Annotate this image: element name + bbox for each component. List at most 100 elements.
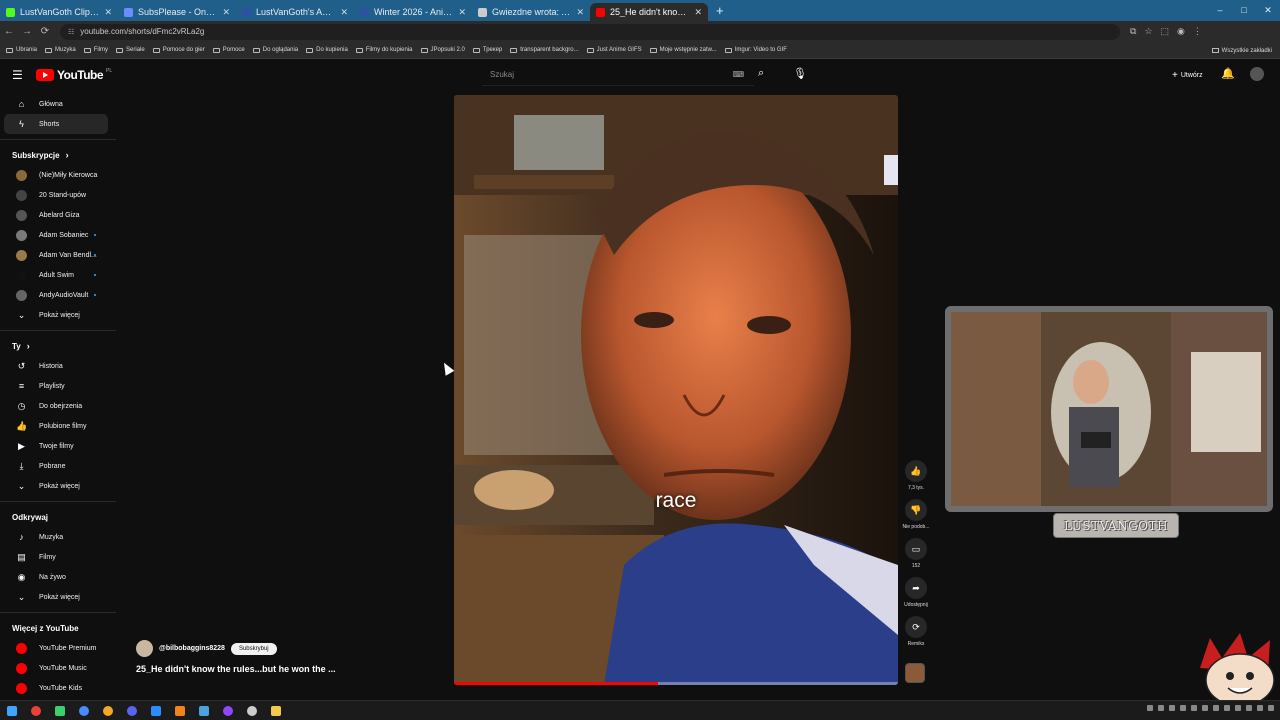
sidebar-item-explore[interactable]: ◉ Na żywo bbox=[4, 567, 108, 587]
minimize-button[interactable]: – bbox=[1208, 0, 1232, 21]
taskbar-app-icon[interactable] bbox=[240, 705, 264, 716]
url-field[interactable]: ☷ youtube.com/shorts/dFmc2vRLa2g bbox=[60, 23, 1120, 40]
account-avatar[interactable] bbox=[1250, 67, 1264, 81]
close-tab-icon[interactable]: ✕ bbox=[576, 7, 584, 18]
sidebar-item-explore[interactable]: ⌄ Pokaż więcej bbox=[4, 587, 108, 607]
browser-tab[interactable]: Winter 2026 - Anime - MyAnim ✕ bbox=[354, 3, 472, 21]
sidebar-item-subscription[interactable]: Adult Swim bbox=[4, 265, 108, 285]
sidebar-item-subscription[interactable]: 20 Stand-upów bbox=[4, 185, 108, 205]
sidebar-item-subscription[interactable]: (Nie)Miły Kierowca bbox=[4, 165, 108, 185]
taskbar-app-icon[interactable] bbox=[48, 705, 72, 716]
taskbar-app-icon[interactable] bbox=[96, 705, 120, 716]
bookmark-item[interactable]: Do kupienia bbox=[306, 47, 348, 53]
forward-icon[interactable]: → bbox=[18, 26, 36, 37]
channel-avatar[interactable] bbox=[136, 640, 153, 657]
explore-heading[interactable]: Odkrywaj bbox=[0, 507, 116, 527]
back-icon[interactable]: ← bbox=[0, 26, 18, 37]
start-button[interactable] bbox=[0, 705, 24, 716]
browser-tab[interactable]: LustVanGoth's Anime List - My ✕ bbox=[236, 3, 354, 21]
sidebar-item-you[interactable]: ◷ Do obejrzenia bbox=[4, 396, 108, 416]
reload-icon[interactable]: ⟳ bbox=[36, 26, 54, 37]
bookmark-item[interactable]: Pomoce bbox=[212, 47, 245, 53]
taskbar-app-icon[interactable] bbox=[216, 705, 240, 716]
keyboard-icon[interactable]: ⌨ bbox=[732, 70, 744, 79]
browser-tab[interactable]: SubsPlease - One stop shop fo ✕ bbox=[118, 3, 236, 21]
you-heading[interactable]: Ty › bbox=[0, 336, 116, 356]
install-icon[interactable]: ⧉ bbox=[1130, 26, 1136, 37]
taskbar-chrome-icon[interactable] bbox=[24, 705, 48, 716]
bookmark-item[interactable]: Muzyka bbox=[45, 47, 76, 53]
close-tab-icon[interactable]: ✕ bbox=[104, 7, 112, 18]
sidebar-item-you[interactable]: ↺ Historia bbox=[4, 356, 108, 376]
bookmark-item[interactable]: Do oglądania bbox=[252, 47, 298, 53]
taskbar-app-icon[interactable] bbox=[168, 705, 192, 716]
audio-source-thumbnail[interactable] bbox=[905, 663, 925, 683]
taskbar-app-icon[interactable] bbox=[72, 705, 96, 716]
all-bookmarks[interactable]: Wszystkie zakładki bbox=[1211, 42, 1272, 59]
create-button[interactable]: + Utwórz bbox=[1166, 66, 1209, 84]
bookmark-item[interactable]: Pomoce do gier bbox=[152, 47, 205, 53]
close-window-button[interactable]: ✕ bbox=[1256, 0, 1280, 21]
bookmark-item[interactable]: Moje wstępnie zatw... bbox=[649, 47, 717, 53]
search-icon[interactable]: ⌕ bbox=[758, 67, 764, 80]
sidebar-item-you[interactable]: ▶ Twoje filmy bbox=[4, 436, 108, 456]
subscriptions-heading[interactable]: Subskrypcje › bbox=[0, 145, 116, 165]
taskbar-app-icon[interactable] bbox=[192, 705, 216, 716]
sidebar-item-home[interactable]: ⌂ Główna bbox=[4, 94, 108, 114]
browser-tab[interactable]: 25_He didn't know the rules ✕ bbox=[590, 3, 708, 21]
bookmark-item[interactable]: transparent backgro... bbox=[510, 47, 579, 53]
notifications-bell-icon[interactable]: 🔔 bbox=[1221, 67, 1235, 80]
sidebar-item-you[interactable]: ≡ Playlisty bbox=[4, 376, 108, 396]
bookmark-star-icon[interactable]: ☆ bbox=[1144, 26, 1152, 37]
profile-icon[interactable]: ◉ bbox=[1177, 26, 1185, 37]
close-tab-icon[interactable]: ✕ bbox=[340, 7, 348, 18]
bookmark-item[interactable]: Filmy bbox=[83, 47, 108, 53]
extension-icon[interactable]: ⬚ bbox=[1161, 26, 1170, 37]
close-tab-icon[interactable]: ✕ bbox=[694, 7, 702, 18]
menu-icon[interactable]: ⋮ bbox=[1193, 26, 1202, 37]
bookmark-item[interactable]: Трекер bbox=[472, 47, 502, 53]
remix-button[interactable]: ⟳ bbox=[905, 616, 927, 638]
comments-button[interactable]: ▭ bbox=[905, 538, 927, 560]
taskbar-folder-icon[interactable] bbox=[264, 705, 288, 716]
video-progress-bar[interactable] bbox=[454, 682, 898, 685]
sidebar-item-subscription[interactable]: Abelard Giza bbox=[4, 205, 108, 225]
subscribe-button[interactable]: Subskrybuj bbox=[230, 642, 277, 655]
dislike-button[interactable]: 👎 bbox=[905, 499, 927, 521]
more-from-youtube-heading[interactable]: Więcej z YouTube bbox=[0, 618, 116, 638]
bookmark-item[interactable]: Seriale bbox=[116, 47, 145, 53]
bookmark-item[interactable]: Filmy do kupienia bbox=[355, 47, 413, 53]
browser-tab[interactable]: LustVanGoth Clips - Watch Live ✕ bbox=[0, 3, 118, 21]
channel-name[interactable]: @bilbobaggins8228 bbox=[159, 645, 225, 652]
sidebar-item-subscription[interactable]: Adam Van Bendl... bbox=[4, 245, 108, 265]
bookmark-item[interactable]: Imgur: Video to GIF bbox=[724, 47, 787, 53]
close-tab-icon[interactable]: ✕ bbox=[458, 7, 466, 18]
sidebar-item-you[interactable]: ⌄ Pokaż więcej bbox=[4, 476, 108, 496]
bookmark-item[interactable]: Just Anime GIFS bbox=[586, 47, 642, 53]
sidebar-item-youtube-product[interactable]: YouTube Kids bbox=[4, 678, 108, 698]
close-tab-icon[interactable]: ✕ bbox=[222, 7, 230, 18]
sidebar-item-youtube-product[interactable]: YouTube Premium bbox=[4, 638, 108, 658]
bookmark-item[interactable]: JPopsuki 2.0 bbox=[420, 47, 465, 53]
short-title[interactable]: 25_He didn't know the rules...but he won… bbox=[136, 664, 336, 674]
youtube-logo[interactable]: YouTube PL bbox=[36, 68, 112, 82]
taskbar-app-icon[interactable] bbox=[144, 705, 168, 716]
taskbar-app-icon[interactable] bbox=[120, 705, 144, 716]
sidebar-item-explore[interactable]: ▤ Filmy bbox=[4, 547, 108, 567]
search-input[interactable]: Szukaj ⌨ bbox=[482, 64, 754, 86]
browser-tab[interactable]: Gwiezdne wrota: Atlantyda / St ✕ bbox=[472, 3, 590, 21]
shorts-video-player[interactable]: race bbox=[454, 95, 898, 685]
sidebar-item-show-more[interactable]: ⌄ Pokaż więcej bbox=[4, 305, 108, 325]
sidebar-item-you[interactable]: ⤓ Pobrane bbox=[4, 456, 108, 476]
sidebar-item-subscription[interactable]: AndyAudioVault bbox=[4, 285, 108, 305]
sidebar-item-explore[interactable]: ♪ Muzyka bbox=[4, 527, 108, 547]
hamburger-menu-icon[interactable]: ☰ bbox=[12, 68, 23, 82]
like-button[interactable]: 👍 bbox=[905, 460, 927, 482]
microphone-icon[interactable]: 🎙 bbox=[793, 67, 807, 80]
bookmark-item[interactable]: Ubrania bbox=[6, 47, 37, 53]
sidebar-item-subscription[interactable]: Adam Sobaniec bbox=[4, 225, 108, 245]
sidebar-item-youtube-product[interactable]: YouTube Music bbox=[4, 658, 108, 678]
site-info-icon[interactable]: ☷ bbox=[68, 28, 74, 36]
maximize-button[interactable]: □ bbox=[1232, 0, 1256, 21]
sidebar-item-you[interactable]: 👍 Polubione filmy bbox=[4, 416, 108, 436]
